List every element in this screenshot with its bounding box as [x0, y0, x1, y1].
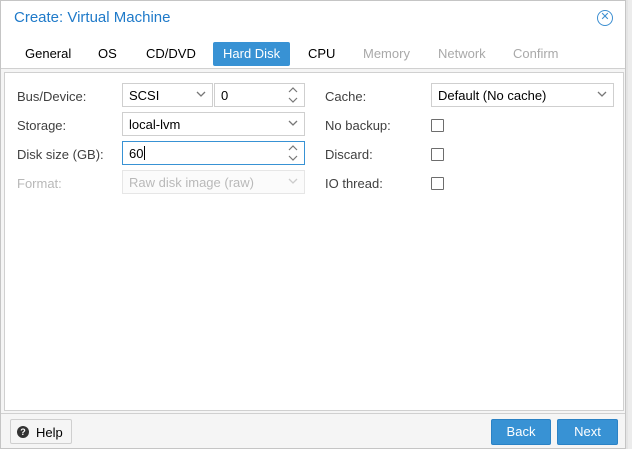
chevron-down-icon[interactable]	[282, 113, 304, 135]
no-backup-label: No backup:	[325, 118, 391, 133]
device-number-spinner[interactable]: 0	[214, 83, 305, 107]
next-button[interactable]: Next	[557, 419, 618, 445]
chevron-down-icon	[282, 171, 304, 193]
io-thread-label: IO thread:	[325, 176, 383, 191]
io-thread-checkbox[interactable]	[431, 177, 444, 190]
storage-label: Storage:	[17, 118, 67, 133]
help-button-label: Help	[36, 425, 63, 440]
disk-size-value: 60	[129, 146, 144, 161]
tab-memory: Memory	[363, 46, 410, 61]
tab-cpu[interactable]: CPU	[298, 42, 345, 66]
back-button[interactable]: Back	[491, 419, 551, 445]
disk-size-label: Disk size (GB):	[17, 147, 104, 162]
background-app-edge	[628, 0, 632, 449]
no-backup-checkbox[interactable]	[431, 119, 444, 132]
hard-disk-panel: Bus/Device: SCSI 0 Storage: local-lvm Di…	[4, 72, 624, 411]
create-vm-dialog: Create: Virtual Machine ✕ General OS CD/…	[0, 0, 626, 449]
bus-value: SCSI	[129, 88, 160, 103]
spinner-arrows-icon[interactable]	[282, 142, 304, 164]
discard-label: Discard:	[325, 147, 373, 162]
disk-size-value-wrap: 60	[129, 146, 146, 161]
disk-size-input[interactable]: 60	[122, 141, 305, 165]
bus-select[interactable]: SCSI	[122, 83, 213, 107]
format-label: Format:	[17, 176, 62, 191]
discard-checkbox[interactable]	[431, 148, 444, 161]
tab-cd-dvd[interactable]: CD/DVD	[136, 42, 206, 66]
format-select: Raw disk image (raw)	[122, 170, 305, 194]
cache-select[interactable]: Default (No cache)	[431, 83, 614, 107]
text-cursor	[144, 146, 146, 160]
cache-label: Cache:	[325, 89, 367, 104]
chevron-down-icon[interactable]	[190, 84, 212, 106]
help-icon: ?	[17, 426, 29, 438]
tab-os[interactable]: OS	[88, 42, 127, 66]
tab-hard-disk[interactable]: Hard Disk	[213, 42, 291, 66]
cache-value: Default (No cache)	[438, 88, 547, 103]
tab-confirm: Confirm	[513, 46, 559, 61]
format-value: Raw disk image (raw)	[129, 175, 254, 190]
storage-select[interactable]: local-lvm	[122, 112, 305, 136]
spinner-arrows-icon[interactable]	[282, 84, 304, 106]
dialog-title: Create: Virtual Machine	[14, 9, 171, 26]
help-button[interactable]: ? Help	[10, 419, 72, 444]
storage-value: local-lvm	[129, 117, 181, 132]
dialog-titlebar: Create: Virtual Machine ✕	[1, 1, 625, 35]
device-value: 0	[221, 88, 229, 103]
bus-device-label: Bus/Device:	[17, 89, 87, 104]
tab-network: Network	[438, 46, 486, 61]
chevron-down-icon[interactable]	[591, 84, 613, 106]
close-icon[interactable]: ✕	[597, 10, 613, 26]
dialog-footer: ? Help Back Next	[1, 413, 625, 448]
tab-general[interactable]: General	[15, 42, 81, 66]
wizard-tabbar: General OS CD/DVD Hard Disk CPU Memory N…	[1, 35, 625, 69]
